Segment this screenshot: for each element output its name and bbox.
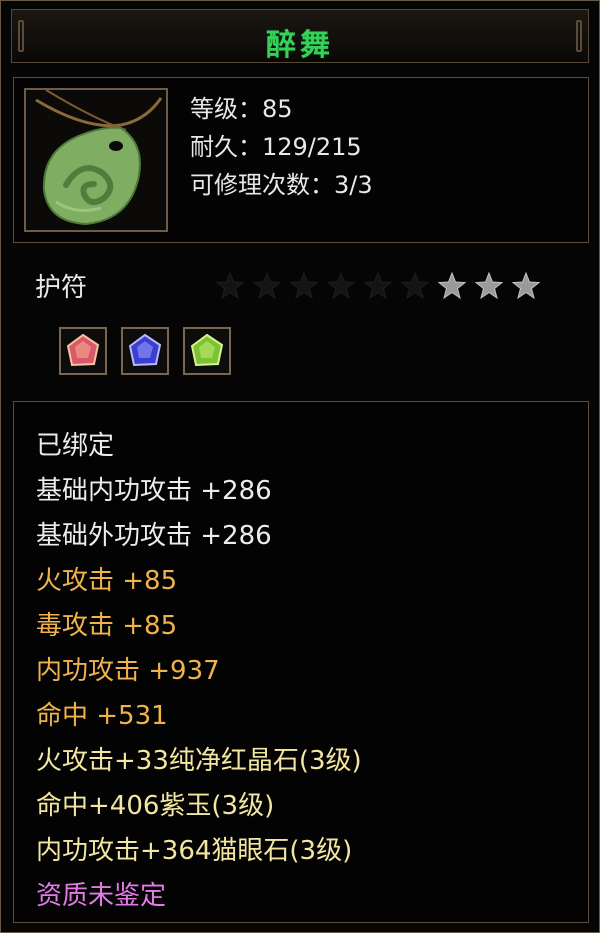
attribute-line: 命中 +531 bbox=[36, 701, 168, 731]
purple-jade-gem-icon bbox=[128, 333, 162, 367]
attribute-line: 内功攻击 +937 bbox=[36, 656, 220, 686]
item-type: 护符 bbox=[35, 273, 88, 303]
item-name: 醉舞 bbox=[266, 28, 334, 63]
attribute-line: 火攻击+33纯净红晶石(3级) bbox=[36, 746, 362, 776]
title-bar: 醉舞 bbox=[11, 9, 589, 63]
star-lit-icon bbox=[474, 271, 504, 300]
star-empty-icon bbox=[289, 271, 319, 300]
red-crystal-gem-icon bbox=[66, 333, 100, 367]
jade-pendant-icon bbox=[26, 90, 166, 230]
attribute-line: 火攻击 +85 bbox=[36, 566, 178, 596]
gem-slot-cats-eye[interactable] bbox=[183, 327, 231, 375]
gem-slot-purple-jade[interactable] bbox=[121, 327, 169, 375]
star-empty-icon bbox=[326, 271, 356, 300]
item-level: 等级：85 bbox=[190, 95, 293, 123]
star-empty-icon bbox=[252, 271, 282, 300]
item-stats: 等级：85 耐久：129/215 可修理次数：3/3 bbox=[190, 90, 373, 204]
attribute-line: 命中+406紫玉(3级) bbox=[36, 791, 275, 821]
attribute-line: 已绑定 bbox=[36, 431, 115, 461]
item-repair-count: 可修理次数：3/3 bbox=[190, 171, 373, 199]
star-lit-icon bbox=[511, 271, 541, 300]
title-bar-right-ornament bbox=[576, 20, 582, 52]
star-empty-icon bbox=[215, 271, 245, 300]
item-tooltip: 醉舞 等级：85 耐久：129/215 可修理次数：3/3 护符 已绑定 基础内… bbox=[0, 0, 600, 933]
gem-slot-red-crystal[interactable] bbox=[59, 327, 107, 375]
item-icon-slot[interactable] bbox=[24, 88, 168, 232]
cats-eye-gem-icon bbox=[190, 333, 224, 367]
star-empty-icon bbox=[363, 271, 393, 300]
star-empty-icon bbox=[400, 271, 430, 300]
attribute-line: 毒攻击 +85 bbox=[36, 611, 178, 641]
enhance-stars bbox=[215, 271, 541, 301]
attribute-line: 内功攻击+364猫眼石(3级) bbox=[36, 836, 353, 866]
attribute-line: 资质未鉴定 bbox=[36, 881, 167, 911]
item-durability: 耐久：129/215 bbox=[190, 133, 362, 161]
attribute-line: 基础内功攻击 +286 bbox=[36, 476, 272, 506]
gem-slots bbox=[59, 327, 231, 375]
item-header: 等级：85 耐久：129/215 可修理次数：3/3 bbox=[13, 77, 589, 243]
star-lit-icon bbox=[437, 271, 467, 300]
attribute-panel: 已绑定基础内功攻击 +286 基础外功攻击 +286 火攻击 +85 毒攻击 +85 内… bbox=[13, 401, 589, 923]
attribute-line: 基础外功攻击 +286 bbox=[36, 521, 272, 551]
attribute-list: 已绑定基础内功攻击 +286 基础外功攻击 +286 火攻击 +85 毒攻击 +85 内… bbox=[36, 424, 362, 919]
